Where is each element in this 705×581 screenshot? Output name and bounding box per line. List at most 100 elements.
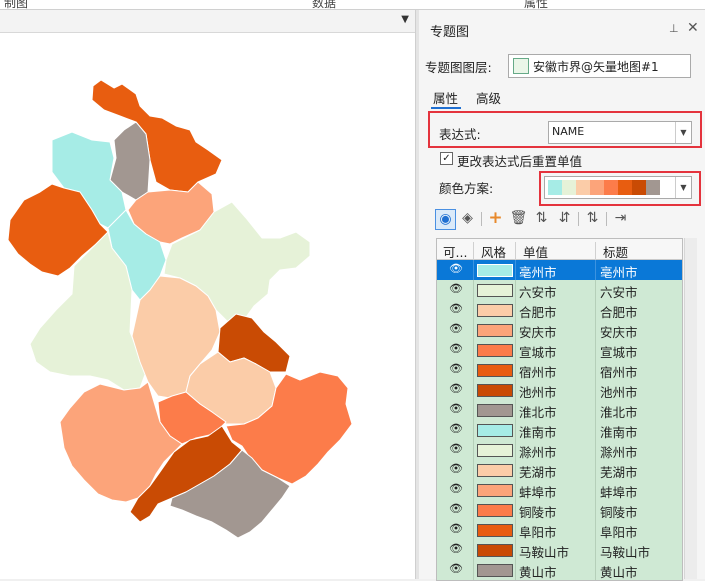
swap-icon[interactable]: ⇅: [583, 209, 602, 228]
table-row[interactable]: 👁 淮南市 淮南市: [437, 420, 682, 441]
column-header-value[interactable]: 单值: [523, 242, 548, 261]
style-swatch[interactable]: [477, 384, 513, 397]
style-swatch[interactable]: [477, 564, 513, 577]
style-swatch[interactable]: [477, 404, 513, 417]
table-row[interactable]: 👁 马鞍山市 马鞍山市: [437, 540, 682, 561]
unique-values-table[interactable]: 可... 风格 单值 标题 👁 亳州市 亳州市 👁 六安市 六安市 👁 合肥市 合肥市 👁 安庆市 安…: [436, 238, 683, 581]
column-header-style[interactable]: 风格: [481, 242, 506, 261]
eye-icon[interactable]: 👁: [449, 502, 463, 515]
cell-divider: [595, 540, 596, 560]
table-row[interactable]: 👁 淮北市 淮北市: [437, 400, 682, 421]
table-row[interactable]: 👁 合肥市 合肥市: [437, 300, 682, 321]
toolbar-separator: [578, 212, 579, 226]
table-row[interactable]: 👁 宣城市 宣城市: [437, 340, 682, 361]
style-icon[interactable]: ◈: [458, 209, 477, 228]
table-row[interactable]: 👁 阜阳市 阜阳市: [437, 520, 682, 541]
table-row[interactable]: 👁 蚌埠市 蚌埠市: [437, 480, 682, 501]
style-swatch[interactable]: [477, 264, 513, 277]
eye-icon[interactable]: 👁: [449, 462, 463, 475]
table-header: 可... 风格 单值 标题: [437, 239, 682, 262]
cell-divider: [595, 460, 596, 480]
cell-divider: [473, 540, 474, 560]
style-swatch[interactable]: [477, 504, 513, 517]
title-cell: 六安市: [600, 285, 638, 300]
add-icon[interactable]: +: [486, 209, 505, 228]
eye-icon[interactable]: 👁: [449, 302, 463, 315]
layer-icon: [513, 58, 529, 74]
title-cell: 安庆市: [600, 325, 638, 340]
toolbar-separator: [606, 212, 607, 226]
style-swatch[interactable]: [477, 544, 513, 557]
style-swatch[interactable]: [477, 284, 513, 297]
top-tab-label[interactable]: 属性: [524, 0, 548, 9]
title-cell: 合肥市: [600, 305, 638, 320]
reset-values-label: 更改表达式后重置单值: [457, 154, 583, 169]
top-tab-label[interactable]: 制图: [4, 0, 28, 9]
eye-icon[interactable]: 👁: [449, 262, 463, 275]
chevron-down-icon[interactable]: ▼: [675, 122, 691, 143]
map-header: ▼: [0, 10, 415, 33]
layer-value: 安徽市界@矢量地图#1: [533, 60, 659, 74]
value-cell: 六安市: [519, 285, 557, 300]
pin-icon[interactable]: ⊥: [669, 22, 679, 35]
thematic-map[interactable]: [0, 32, 415, 579]
title-cell: 阜阳市: [600, 525, 638, 540]
table-row[interactable]: 👁 安庆市 安庆市: [437, 320, 682, 341]
table-row[interactable]: 👁 六安市 六安市: [437, 280, 682, 301]
sort-asc-icon[interactable]: ⇅: [532, 209, 551, 228]
table-row[interactable]: 👁 芜湖市 芜湖市: [437, 460, 682, 481]
chevron-down-icon[interactable]: ▼: [401, 14, 409, 25]
table-row[interactable]: 👁 黄山市 黄山市: [437, 560, 682, 580]
eye-icon[interactable]: 👁: [449, 442, 463, 455]
eye-icon[interactable]: 👁: [449, 402, 463, 415]
table-row[interactable]: 👁 滁州市 滁州市: [437, 440, 682, 461]
eye-icon[interactable]: 👁: [449, 282, 463, 295]
import-icon[interactable]: ⇥: [611, 209, 630, 228]
layer-selector[interactable]: 安徽市界@矢量地图#1: [508, 54, 691, 78]
table-row[interactable]: 👁 亳州市 亳州市: [437, 260, 682, 281]
column-header-visible[interactable]: 可...: [443, 242, 467, 261]
table-row[interactable]: 👁 铜陵市 铜陵市: [437, 500, 682, 521]
top-tab-label[interactable]: 数据: [312, 0, 336, 9]
style-swatch[interactable]: [477, 424, 513, 437]
color-scheme-combo[interactable]: ▼: [544, 176, 692, 199]
eye-icon[interactable]: 👁: [449, 562, 463, 575]
eye-icon[interactable]: 👁: [449, 482, 463, 495]
delete-icon[interactable]: 🗑: [509, 209, 528, 228]
title-cell: 淮北市: [600, 405, 638, 420]
chevron-down-icon[interactable]: ▼: [675, 177, 691, 198]
color-swatch: [590, 180, 604, 195]
table-row[interactable]: 👁 池州市 池州市: [437, 380, 682, 401]
eye-icon[interactable]: 👁: [449, 522, 463, 535]
cell-divider: [515, 540, 516, 560]
title-cell: 宿州市: [600, 365, 638, 380]
style-swatch[interactable]: [477, 464, 513, 477]
style-swatch[interactable]: [477, 524, 513, 537]
sort-desc-icon[interactable]: ⇵: [555, 209, 574, 228]
column-header-title[interactable]: 标题: [603, 242, 628, 261]
color-swatch: [548, 180, 562, 195]
tab-properties[interactable]: 属性: [433, 88, 458, 107]
eye-icon[interactable]: 👁: [449, 322, 463, 335]
expression-combo[interactable]: NAME ▼: [548, 121, 692, 144]
map-view[interactable]: ▼: [0, 10, 415, 579]
close-icon[interactable]: ✕: [687, 20, 699, 36]
style-swatch[interactable]: [477, 324, 513, 337]
reset-values-checkbox[interactable]: ✓: [440, 152, 453, 165]
column-divider: [473, 242, 474, 262]
value-cell: 安庆市: [519, 325, 557, 340]
table-row[interactable]: 👁 宿州市 宿州市: [437, 360, 682, 381]
eye-icon[interactable]: 👁: [449, 542, 463, 555]
eye-icon[interactable]: ◉: [435, 209, 456, 230]
vertical-scrollbar[interactable]: [684, 238, 697, 579]
eye-icon[interactable]: 👁: [449, 422, 463, 435]
eye-icon[interactable]: 👁: [449, 362, 463, 375]
tab-advanced[interactable]: 高级: [476, 88, 501, 107]
eye-icon[interactable]: 👁: [449, 342, 463, 355]
style-swatch[interactable]: [477, 484, 513, 497]
style-swatch[interactable]: [477, 444, 513, 457]
eye-icon[interactable]: 👁: [449, 382, 463, 395]
style-swatch[interactable]: [477, 364, 513, 377]
style-swatch[interactable]: [477, 304, 513, 317]
style-swatch[interactable]: [477, 344, 513, 357]
